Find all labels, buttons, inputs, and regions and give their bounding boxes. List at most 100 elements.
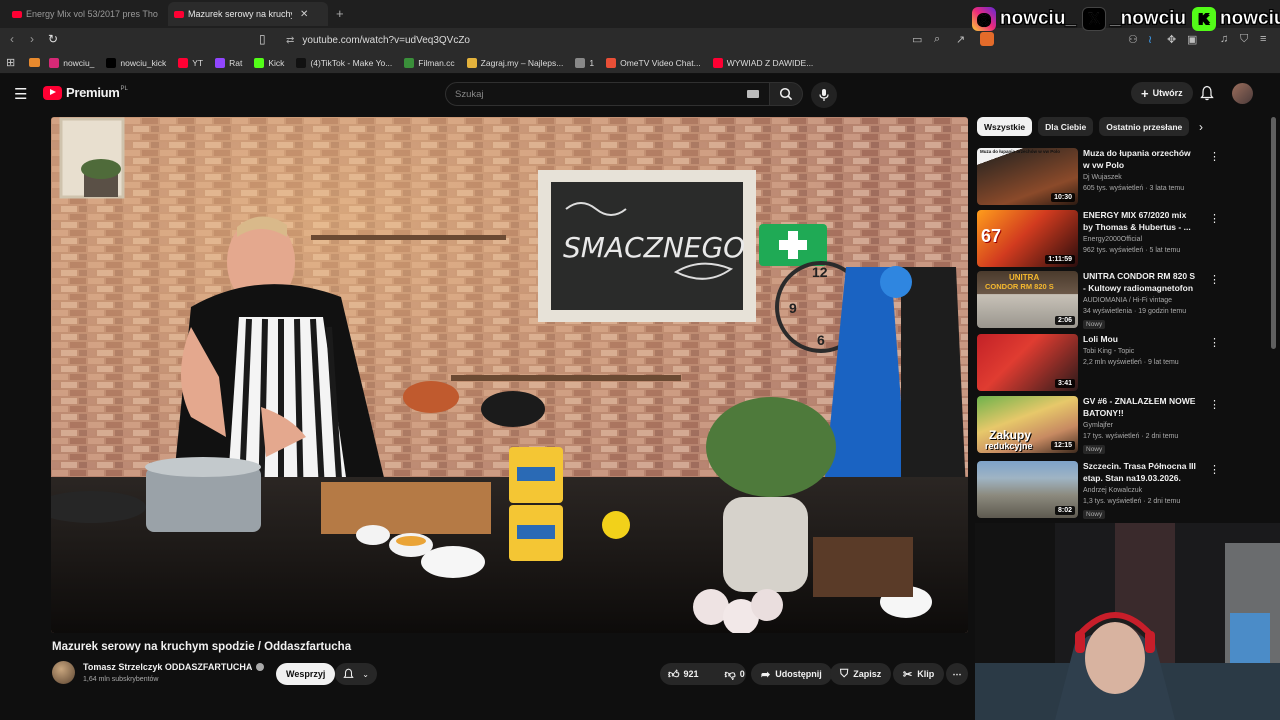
share-button[interactable]: ➦ Udostępnij [751, 663, 832, 685]
recommended-video-title[interactable]: Szczecin. Trasa Północna III etap. Stan … [1083, 461, 1198, 484]
new-badge: Nowy [1083, 510, 1106, 519]
more-vertical-icon[interactable]: ⋮ [1209, 336, 1220, 349]
more-vertical-icon[interactable]: ⋮ [1209, 463, 1220, 476]
clip-button[interactable]: ✂ Klip [893, 663, 945, 685]
recommended-channel-name[interactable]: Energy2000Official [1083, 236, 1142, 243]
url-text: youtube.com/watch?v=udVeq3QVcZo [302, 34, 470, 46]
address-bar[interactable]: ⇄ youtube.com/watch?v=udVeq3QVcZo [278, 31, 968, 49]
new-tab-button[interactable]: + [336, 6, 344, 21]
bookmark-item[interactable]: nowciu_ [49, 57, 94, 68]
channel-name[interactable]: Tomasz Strzelczyk ODDASZFARTUCHA [83, 662, 265, 672]
video-thumbnail[interactable]: 1:11:59 67 [977, 210, 1078, 267]
recommended-channel-name[interactable]: Tobi King - Topic [1083, 348, 1134, 355]
bookmark-item[interactable]: YT [178, 57, 203, 68]
create-button[interactable]: + Utwórz [1131, 82, 1193, 104]
translate-icon[interactable]: ≀ [1148, 33, 1152, 46]
recommended-video[interactable]: 2:06 UNITRA CONDOR RM 820 S UNITRA CONDOR R… [977, 271, 1222, 329]
chevron-right-icon[interactable]: › [1199, 120, 1203, 134]
shield-icon[interactable]: ⛉ [1240, 33, 1248, 46]
notifications-bell-icon[interactable] [1200, 85, 1214, 101]
more-vertical-icon[interactable]: ⋮ [1209, 150, 1220, 163]
more-actions-button[interactable]: ⋯ [946, 663, 968, 685]
reload-icon[interactable]: ↻ [48, 32, 58, 46]
verified-check-icon [256, 663, 265, 671]
recommended-video-title[interactable]: GV #6 - ZNALAZŁEM NOWE BATONY!! [1083, 396, 1198, 419]
recommended-video[interactable]: 3:41 Loli Mou Tobi King - Topic 2,2 mln wyś… [977, 334, 1222, 392]
browser-tab-active[interactable]: Mazurek serowy na kruchym ✕ [168, 2, 328, 26]
recommended-channel-name[interactable]: Dj Wujaszek [1083, 174, 1122, 181]
search-box[interactable] [445, 82, 770, 106]
share-page-icon[interactable]: ↗ [956, 33, 965, 46]
recommended-video[interactable]: 12:15 Zakupy redukcyjne GV #6 - ZNALAZŁEM N… [977, 396, 1222, 454]
recommended-video-title[interactable]: ENERGY MIX 67/2020 mix by Thomas & Huber… [1083, 210, 1198, 233]
video-thumbnail[interactable]: 12:15 Zakupy redukcyjne [977, 396, 1078, 453]
forward-icon[interactable]: › [30, 32, 34, 46]
bookmark-folder-icon[interactable] [29, 58, 41, 67]
scrollbar[interactable] [1271, 117, 1276, 349]
recommended-channel-name[interactable]: AUDIOMANIA / Hi-Fi vintage [1083, 297, 1172, 304]
keyboard-icon[interactable] [747, 90, 759, 98]
extension-icon[interactable]: ⚇ [1128, 33, 1138, 46]
recommended-video-title[interactable]: Loli Mou [1083, 334, 1198, 346]
search-input[interactable] [455, 88, 735, 100]
video-thumbnail[interactable]: 3:41 [977, 334, 1078, 391]
recommended-video-title[interactable]: Muza do łupania orzechów w vw Polo [1083, 148, 1198, 171]
video-duration: 1:11:59 [1045, 255, 1075, 264]
browser-tab[interactable]: Energy Mix vol 53/2017 pres Tho [6, 2, 158, 26]
bookmark-item[interactable]: Rat [215, 57, 242, 68]
bookmark-item[interactable]: Filman.cc [404, 57, 455, 68]
video-thumbnail[interactable]: 2:06 UNITRA CONDOR RM 820 S [977, 271, 1078, 328]
user-avatar[interactable] [1232, 83, 1253, 104]
site-info-icon[interactable]: ⇄ [286, 35, 294, 46]
video-frame: SMACZNEGO 12 9 3 6 [51, 117, 968, 633]
bookmark-item[interactable]: OmeTV Video Chat... [606, 57, 701, 68]
dislike-button[interactable]: 👎︎ 0 [717, 663, 753, 685]
recommended-video[interactable]: 1:11:59 67 ENERGY MIX 67/2020 mix by Thoma… [977, 210, 1222, 268]
bookmark-item[interactable]: 1 [575, 57, 594, 68]
menu-icon[interactable]: ≡ [1260, 33, 1266, 45]
cast-icon[interactable]: ▭ [912, 33, 922, 46]
bookmark-label: WYWIAD Z DAWIDE... [726, 57, 814, 68]
recommended-channel-name[interactable]: Gymlajfer [1083, 422, 1113, 429]
video-player[interactable]: SMACZNEGO 12 9 3 6 [51, 117, 968, 633]
back-icon[interactable]: ‹ [10, 32, 14, 46]
video-thumbnail[interactable]: 10:30 Muza do łupania orzechów w vw Polo [977, 148, 1078, 205]
bookmark-item[interactable]: WYWIAD Z DAWIDE... [712, 57, 814, 68]
apps-grid-icon[interactable]: ⊞ [6, 56, 15, 69]
recommended-video-title[interactable]: UNITRA CONDOR RM 820 S - Kultowy radioma… [1083, 271, 1198, 295]
filman-icon [404, 57, 415, 68]
recommended-video[interactable]: 10:30 Muza do łupania orzechów w vw Polo M… [977, 148, 1222, 206]
search-button[interactable] [769, 82, 803, 106]
sidebar-icon[interactable]: ▣ [1187, 33, 1197, 46]
support-button[interactable]: Wesprzyj [276, 663, 336, 685]
more-vertical-icon[interactable]: ⋮ [1209, 273, 1220, 286]
bookmark-item[interactable]: Kick [254, 57, 284, 68]
youtube-favicon-icon [174, 10, 184, 18]
like-dislike-group: 👍︎ 921 👎︎ 0 [660, 663, 746, 685]
close-tab-icon[interactable]: ✕ [300, 9, 308, 20]
more-vertical-icon[interactable]: ⋮ [1209, 398, 1220, 411]
media-icon[interactable]: ♫ [1220, 33, 1228, 45]
channel-avatar[interactable] [52, 661, 75, 684]
brave-shield-icon[interactable] [980, 32, 994, 46]
voice-search-button[interactable] [811, 82, 837, 108]
zoom-icon[interactable]: ⌕ [934, 33, 940, 46]
recommended-video[interactable]: 8:02 Szczecin. Trasa Północna III etap. S… [977, 461, 1222, 519]
bookmark-icon[interactable]: ▯ [259, 32, 266, 46]
bookmark-item[interactable]: nowciu_kick [106, 57, 166, 68]
like-button[interactable]: 👍︎ 921 [660, 663, 707, 685]
extensions-puzzle-icon[interactable]: ✥ [1167, 33, 1176, 46]
chip-recently-uploaded[interactable]: Ostatnio przesłane [1099, 117, 1190, 136]
notification-preferences-button[interactable]: ⌄ [335, 663, 377, 685]
bookmark-item[interactable]: (4)TikTok - Make Yo... [296, 57, 392, 68]
bookmark-item[interactable]: Zagraj.my – Najleps... [466, 57, 563, 68]
more-vertical-icon[interactable]: ⋮ [1209, 212, 1220, 225]
youtube-premium-logo[interactable]: Premium PL [43, 85, 128, 100]
recommended-channel-name[interactable]: Andrzej Kowalczuk [1083, 487, 1142, 494]
video-duration: 10:30 [1051, 193, 1075, 202]
chip-for-you[interactable]: Dla Ciebie [1038, 117, 1094, 136]
video-thumbnail[interactable]: 8:02 [977, 461, 1078, 518]
save-button[interactable]: ⛉ Zapisz [830, 663, 892, 685]
chip-all[interactable]: Wszystkie [977, 117, 1033, 136]
hamburger-menu-icon[interactable]: ☰ [14, 85, 27, 103]
